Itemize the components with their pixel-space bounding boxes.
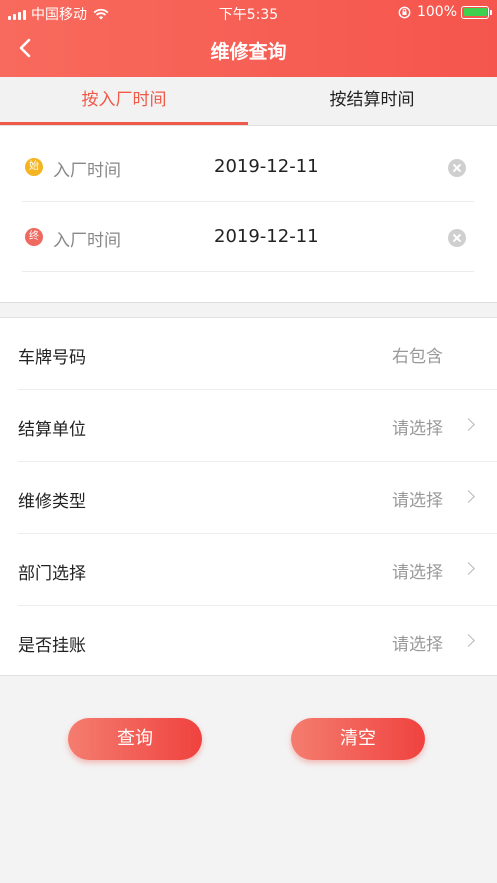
form-value[interactable]: 右包含	[392, 342, 443, 367]
end-date-label: 入厂时间	[53, 231, 121, 251]
start-badge-icon: 始	[25, 158, 43, 176]
header-bar: 中国移动 下午5:35 100% 维修查询	[0, 0, 497, 77]
form-label: 结算单位	[18, 420, 86, 440]
tab-settlement-time[interactable]: 按结算时间	[248, 77, 496, 125]
filter-form: 车牌号码 右包含 结算单位 请选择 维修类型 请选择 部门选择 请选择 是否挂账…	[0, 317, 497, 676]
chevron-right-icon	[462, 562, 475, 575]
start-date-row[interactable]: 始 入厂时间 2019-12-11	[22, 132, 474, 202]
clear-start-date-icon[interactable]	[448, 159, 466, 177]
clear-button[interactable]: 清空	[291, 718, 425, 760]
form-label: 维修类型	[18, 492, 86, 512]
tab-bar: 按入厂时间 按结算时间	[0, 77, 497, 126]
chevron-right-icon	[462, 634, 475, 647]
end-badge-icon: 终	[25, 228, 43, 246]
form-row-on-account[interactable]: 是否挂账 请选择	[18, 606, 497, 678]
page-title: 维修查询	[210, 41, 287, 63]
date-range-card: 始 入厂时间 2019-12-11 终 入厂时间 2019-12-11	[0, 126, 497, 303]
form-value[interactable]: 请选择	[392, 486, 443, 511]
form-row-repair-type[interactable]: 维修类型 请选择	[18, 462, 497, 534]
form-label: 是否挂账	[18, 636, 86, 656]
form-row-plate-number[interactable]: 车牌号码 右包含	[18, 318, 497, 390]
form-label: 部门选择	[18, 564, 86, 584]
form-label: 车牌号码	[18, 348, 86, 368]
form-row-department[interactable]: 部门选择 请选择	[18, 534, 497, 606]
clear-end-date-icon[interactable]	[448, 229, 466, 247]
query-button[interactable]: 查询	[68, 718, 202, 760]
battery-percent: 100%	[416, 4, 457, 20]
form-value[interactable]: 请选择	[392, 630, 443, 655]
start-date-value[interactable]: 2019-12-11	[214, 156, 319, 177]
form-row-settlement-unit[interactable]: 结算单位 请选择	[18, 390, 497, 462]
battery-icon	[461, 5, 492, 19]
form-value[interactable]: 请选择	[392, 558, 443, 583]
chevron-right-icon	[462, 490, 475, 503]
start-date-label: 入厂时间	[53, 161, 121, 181]
chevron-right-icon	[462, 418, 475, 431]
rotation-lock-icon	[398, 6, 411, 18]
status-bar: 中国移动 下午5:35 100%	[0, 0, 497, 26]
active-tab-indicator	[0, 122, 248, 125]
form-value[interactable]: 请选择	[392, 414, 443, 439]
end-date-value[interactable]: 2019-12-11	[214, 226, 319, 247]
tab-entry-time[interactable]: 按入厂时间	[0, 77, 248, 125]
end-date-row[interactable]: 终 入厂时间 2019-12-11	[22, 202, 474, 272]
